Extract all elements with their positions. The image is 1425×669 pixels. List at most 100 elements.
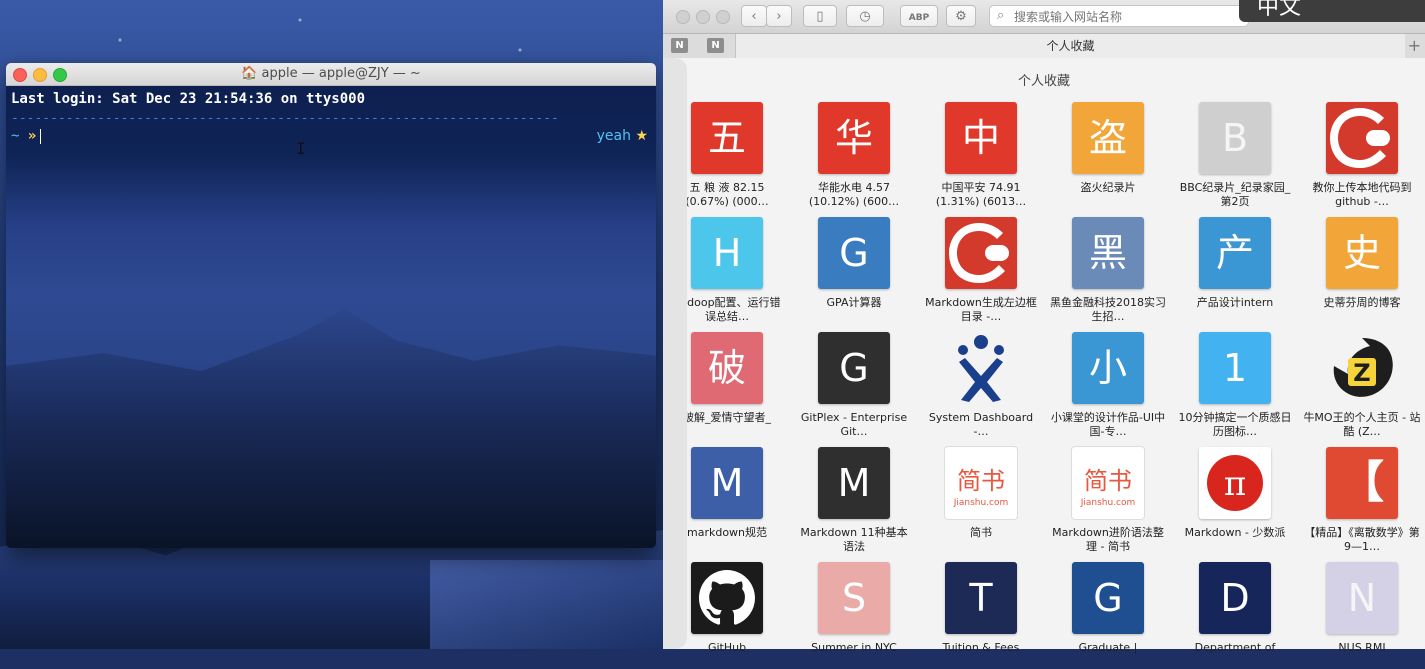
terminal-window[interactable]: 🏠 apple — apple@ZJY — ~ Last login: Sat …: [6, 63, 656, 548]
favorite-label: Department of: [1194, 641, 1276, 654]
page-title: 个人收藏: [1017, 74, 1070, 89]
favorite-item[interactable]: G Graduate |: [1045, 562, 1171, 669]
terminal-body[interactable]: Last login: Sat Dec 23 21:54:36 on ttys0…: [6, 86, 656, 548]
favorite-tile-icon: [945, 217, 1017, 289]
favorite-tile-icon: G: [1072, 562, 1144, 634]
right-prompt-text: yeah: [596, 128, 631, 144]
clock-icon: ◷: [859, 9, 871, 24]
favorite-item[interactable]: G GitPlex - Enterprise Git…: [791, 332, 917, 439]
extension-button[interactable]: ⚙: [946, 5, 976, 27]
favorite-tile-icon: 史: [1326, 217, 1398, 289]
favorite-tile-icon: S: [818, 562, 890, 634]
history-button[interactable]: ◷: [846, 5, 884, 27]
favorite-item[interactable]: N NUS RMI: [1299, 562, 1425, 669]
adblock-icon: ABP: [908, 13, 930, 23]
ibeam-cursor-icon: 𝙸: [296, 139, 306, 158]
adblock-button[interactable]: ABP: [900, 5, 938, 27]
close-button[interactable]: [676, 10, 690, 24]
favorite-item[interactable]: 教你上传本地代码到github -…: [1299, 102, 1425, 209]
favorite-label: 简书: [970, 526, 992, 539]
favorite-item[interactable]: 产产品设计intern: [1172, 217, 1298, 324]
favorite-item[interactable]: 史史蒂芬周的博客: [1299, 217, 1425, 324]
favorite-tile-icon: [691, 562, 763, 634]
favorite-tile-icon: 简书 Jianshu.com: [945, 447, 1017, 519]
favorite-label: 教你上传本地代码到github -…: [1312, 181, 1412, 208]
favorite-label: Summer in NYC: [811, 641, 897, 654]
svg-text:π: π: [1224, 464, 1246, 504]
last-login-line: Last login: Sat Dec 23 21:54:36 on ttys0…: [11, 91, 366, 107]
favorite-label: NUS RMI: [1338, 641, 1386, 654]
favorite-label: 产品设计intern: [1196, 296, 1274, 309]
favorite-tile-icon: D: [1199, 562, 1271, 634]
svg-text:Z: Z: [1353, 359, 1370, 387]
terminal-title-wrap: 🏠 apple — apple@ZJY — ~: [6, 66, 656, 81]
favorite-n-icon[interactable]: N: [707, 38, 724, 53]
extension-icon: ⚙: [955, 9, 967, 24]
favorite-label: BBC纪录片_纪录家园_第2页: [1179, 181, 1291, 208]
favorite-item[interactable]: π Markdown - 少数派: [1172, 447, 1298, 554]
back-button[interactable]: ‹: [741, 5, 767, 27]
favorite-item[interactable]: 小小课堂的设计作品-UI中国-专…: [1045, 332, 1171, 439]
favorite-item[interactable]: D Department of: [1172, 562, 1298, 669]
minimize-button[interactable]: [696, 10, 710, 24]
sidebar-edge: [663, 58, 687, 649]
favorite-item[interactable]: Markdown生成左边框目录 -…: [918, 217, 1044, 324]
terminal-background-hills: [6, 308, 656, 548]
favorite-item[interactable]: 简书 Jianshu.com Markdown进阶语法整理 - 简书: [1045, 447, 1171, 554]
new-tab-button[interactable]: +: [1408, 36, 1421, 55]
prompt-line[interactable]: ~ »: [11, 128, 42, 144]
favorite-item[interactable]: 中中国平安 74.91 (1.31%) (6013…: [918, 102, 1044, 209]
favorite-label: 牛MO王的个人主页 - 站酷 (Z…: [1303, 411, 1421, 438]
favorite-tile-icon: 华: [818, 102, 890, 174]
favorite-item[interactable]: 黑黑鱼金融科技2018实习生招…: [1045, 217, 1171, 324]
zoom-button[interactable]: [716, 10, 730, 24]
favorite-label: System Dashboard -…: [928, 411, 1034, 438]
prompt-chevron: »: [27, 128, 37, 144]
favorite-item[interactable]: T Tuition & Fees: [918, 562, 1044, 669]
search-icon: ⌕: [997, 8, 1005, 23]
terminal-titlebar[interactable]: 🏠 apple — apple@ZJY — ~: [6, 63, 656, 86]
favorite-label: Tuition & Fees: [942, 641, 1020, 654]
favorites-bar: N N 个人收藏 +: [663, 34, 1425, 59]
favorite-item[interactable]: M Markdown 11种基本语法: [791, 447, 917, 554]
separator-line: ----------------------------------------…: [11, 111, 559, 126]
favorite-item[interactable]: Z 牛MO王的个人主页 - 站酷 (Z…: [1299, 332, 1425, 439]
input-method-popup: 中文: [1239, 0, 1425, 22]
favorite-tile-icon: G: [818, 332, 890, 404]
search-input[interactable]: [1012, 7, 1246, 27]
favorite-tile-icon: G: [818, 217, 890, 289]
favorite-item[interactable]: 简书 Jianshu.com 简书: [918, 447, 1044, 554]
tab-favorites[interactable]: 个人收藏: [735, 34, 1405, 58]
favorite-item[interactable]: 盗盗火纪录片: [1045, 102, 1171, 209]
favorite-tile-icon: H: [691, 217, 763, 289]
favorite-label: 黑鱼金融科技2018实习生招…: [1050, 296, 1166, 323]
favorite-item[interactable]: S Summer in NYC: [791, 562, 917, 669]
favorite-item[interactable]: 1 10分钟搞定一个质感日历图标…: [1172, 332, 1298, 439]
favorite-tile-icon: 五: [691, 102, 763, 174]
favorite-label: Markdown进阶语法整理 - 简书: [1052, 526, 1164, 553]
forward-button[interactable]: ›: [766, 5, 792, 27]
favorite-item[interactable]: System Dashboard -…: [918, 332, 1044, 439]
terminal-title: apple — apple@ZJY — ~: [261, 66, 421, 81]
input-method-text: 中文: [1257, 0, 1302, 20]
star-icon: ★: [635, 128, 648, 144]
favorite-label: 小课堂的设计作品-UI中国-专…: [1050, 411, 1166, 438]
favorite-item[interactable]: 【【精品】《离散数学》第9—1…: [1299, 447, 1425, 554]
safari-toolbar: ‹ › ▯ ◷ ABP ⚙ ⌕ 中文: [663, 0, 1425, 34]
favorite-item[interactable]: B BBC纪录片_纪录家园_第2页: [1172, 102, 1298, 209]
safari-window[interactable]: ‹ › ▯ ◷ ABP ⚙ ⌕ 中文 N N 个人收藏 + 个人收藏 五五 粮 …: [663, 0, 1425, 654]
sidebar-button[interactable]: ▯: [803, 5, 837, 27]
favorite-n-icon[interactable]: N: [671, 38, 688, 53]
favorite-label: GitPlex - Enterprise Git…: [800, 411, 908, 438]
favorite-tile-icon: 简书 Jianshu.com: [1072, 447, 1144, 519]
favorite-tile-icon: 1: [1199, 332, 1271, 404]
favorite-label: 华能水电 4.57 (10.12%) (600…: [808, 181, 900, 208]
home-icon: 🏠: [241, 66, 258, 81]
favorite-tile-icon: [1326, 102, 1398, 174]
sidebar-icon: ▯: [816, 9, 824, 24]
address-bar[interactable]: ⌕: [989, 5, 1249, 27]
favorite-item[interactable]: G GPA计算器: [791, 217, 917, 324]
favorite-item[interactable]: 华华能水电 4.57 (10.12%) (600…: [791, 102, 917, 209]
favorite-tile-icon: 破: [691, 332, 763, 404]
favorite-tile-icon: M: [691, 447, 763, 519]
